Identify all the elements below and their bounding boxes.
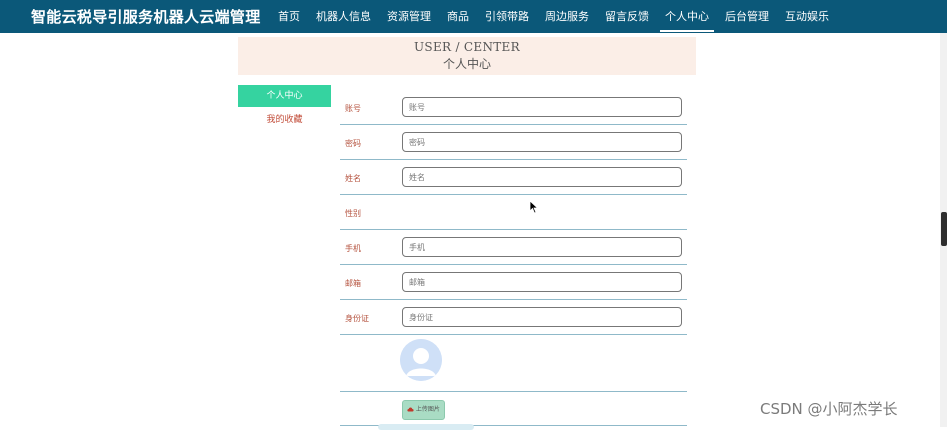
name-label: 姓名	[345, 174, 361, 183]
form-row-id-card: 身份证	[340, 300, 687, 335]
email-label: 邮箱	[345, 279, 361, 288]
scrollbar-thumb[interactable]	[941, 212, 947, 246]
gender-label: 性别	[345, 209, 361, 218]
side-menu: 个人中心 我的收藏	[238, 85, 331, 131]
upload-image-button[interactable]: 上传图片	[402, 400, 445, 420]
nav-robot-info[interactable]: 机器人信息	[308, 0, 379, 33]
user-center-banner: USER / CENTER 个人中心	[238, 37, 696, 75]
site-title: 智能云税导引服务机器人云端管理	[31, 8, 261, 26]
cloud-upload-icon	[407, 407, 414, 412]
side-item-favorites[interactable]: 我的收藏	[238, 109, 331, 131]
account-input[interactable]	[402, 97, 682, 117]
main-nav: 首页 机器人信息 资源管理 商品 引领带路 周边服务 留言反馈 个人中心 后台管…	[270, 0, 837, 33]
mouse-cursor-icon	[529, 200, 539, 214]
nav-feedback[interactable]: 留言反馈	[597, 0, 657, 33]
form-row-account: 账号	[340, 90, 687, 125]
email-input[interactable]	[402, 272, 682, 292]
nav-home[interactable]: 首页	[270, 0, 308, 33]
form-row-name: 姓名	[340, 160, 687, 195]
form-row-upload: 上传图片	[340, 392, 687, 426]
id-card-input[interactable]	[402, 307, 682, 327]
watermark-text: CSDN @小阿杰学长	[760, 400, 898, 418]
form-row-gender: 性别	[340, 195, 687, 230]
nav-nearby-services[interactable]: 周边服务	[537, 0, 597, 33]
form-row-phone: 手机	[340, 230, 687, 265]
id-card-label: 身份证	[345, 314, 369, 323]
name-input[interactable]	[402, 167, 682, 187]
user-avatar-icon	[400, 339, 442, 381]
form-row-avatar	[340, 335, 687, 392]
nav-entertainment[interactable]: 互动娱乐	[777, 0, 837, 33]
password-label: 密码	[345, 139, 361, 148]
profile-form: 账号 密码 姓名 性别 手机 邮箱 身份证	[340, 90, 687, 426]
submit-button-partial[interactable]	[378, 424, 474, 430]
password-input[interactable]	[402, 132, 682, 152]
phone-label: 手机	[345, 244, 361, 253]
side-item-personal-center[interactable]: 个人中心	[238, 85, 331, 107]
banner-title-cn: 个人中心	[442, 57, 491, 71]
top-navbar: 智能云税导引服务机器人云端管理 首页 机器人信息 资源管理 商品 引领带路 周边…	[0, 0, 947, 33]
banner-title-en: USER / CENTER	[414, 40, 520, 54]
form-row-password: 密码	[340, 125, 687, 160]
nav-resource-management[interactable]: 资源管理	[379, 0, 439, 33]
nav-guide-route[interactable]: 引领带路	[477, 0, 537, 33]
nav-admin[interactable]: 后台管理	[717, 0, 777, 33]
phone-input[interactable]	[402, 237, 682, 257]
form-row-email: 邮箱	[340, 265, 687, 300]
nav-products[interactable]: 商品	[439, 0, 477, 33]
upload-button-label: 上传图片	[415, 406, 440, 413]
nav-personal-center[interactable]: 个人中心	[657, 0, 717, 33]
account-label: 账号	[345, 104, 361, 113]
